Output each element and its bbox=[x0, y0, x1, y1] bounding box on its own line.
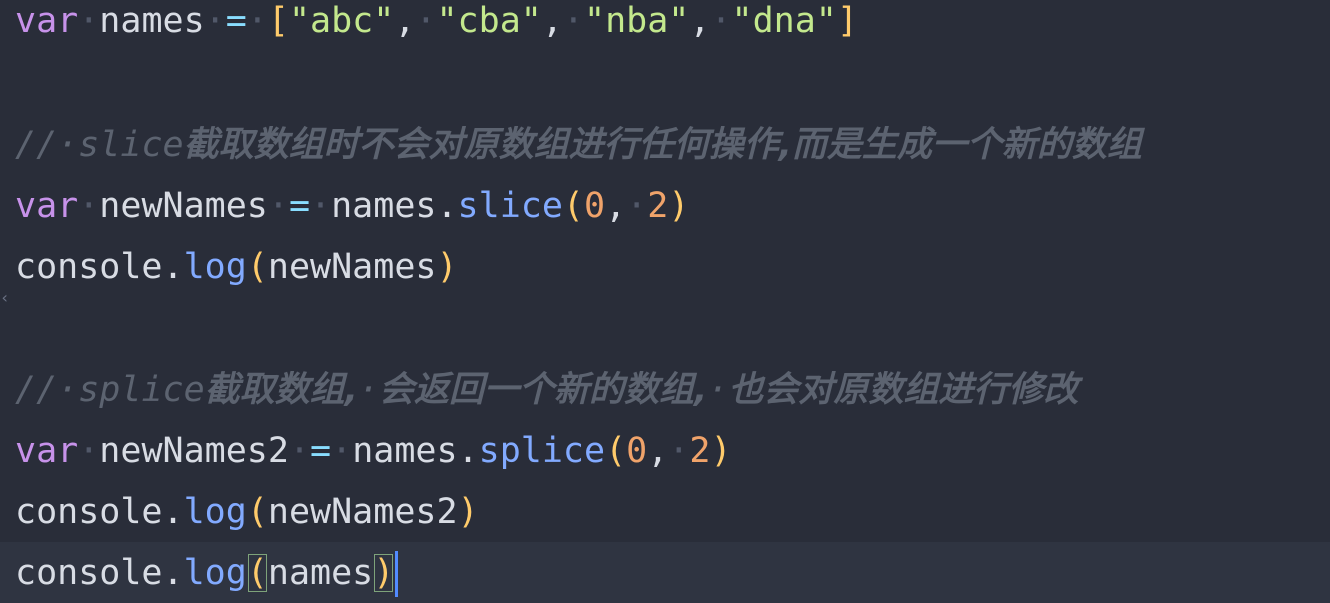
open-paren: ( bbox=[562, 186, 584, 226]
code-line-newnames[interactable]: var·newNames·=·names.slice(0,·2) bbox=[0, 175, 1330, 237]
object-console: console bbox=[15, 492, 163, 532]
close-paren: ) bbox=[710, 431, 732, 471]
open-paren: ( bbox=[605, 431, 627, 471]
code-line-log-newnames2[interactable]: console.log(newNames2) bbox=[0, 481, 1330, 543]
comment-text: 截取数组, bbox=[204, 370, 358, 410]
code-line-comment-splice[interactable]: //·splice截取数组,·会返回一个新的数组,·也会对原数组进行修改 bbox=[0, 359, 1330, 421]
comment-keyword: slice bbox=[78, 125, 184, 165]
number-literal: 0 bbox=[626, 431, 648, 471]
object-names: names bbox=[352, 431, 458, 471]
variable-newnames: newNames bbox=[99, 186, 268, 226]
code-line-comment-slice[interactable]: //·slice截取数组时不会对原数组进行任何操作,而是生成一个新的数组 bbox=[0, 114, 1330, 176]
close-paren: ) bbox=[668, 186, 690, 226]
method-slice: slice bbox=[457, 186, 563, 226]
close-bracket: ] bbox=[836, 1, 858, 41]
matched-close-paren: ) bbox=[373, 553, 395, 593]
comment-slashes: // bbox=[15, 370, 58, 410]
object-console: console bbox=[15, 553, 163, 593]
assign-operator: = bbox=[288, 186, 311, 226]
close-paren: ) bbox=[436, 247, 458, 287]
number-literal: 2 bbox=[647, 186, 669, 226]
comment-text: 也会对原数组进行修改 bbox=[728, 370, 1079, 410]
method-log: log bbox=[183, 553, 247, 593]
method-log: log bbox=[183, 247, 247, 287]
assign-operator: = bbox=[310, 431, 332, 471]
open-bracket: [ bbox=[267, 1, 289, 41]
text-cursor bbox=[395, 551, 399, 597]
comment-slashes: // bbox=[15, 125, 58, 165]
object-console: console bbox=[15, 247, 163, 287]
comment-text: 截取数组时不会对原数组进行任何操作,而是生成一个新的数组 bbox=[183, 125, 1142, 165]
string-literal: "abc" bbox=[288, 1, 395, 41]
comment-text: 会返回一个新的数组, bbox=[379, 370, 708, 410]
code-line-newnames2[interactable]: var·newNames2·=·names.splice(0,·2) bbox=[0, 420, 1330, 482]
assign-operator: = bbox=[225, 1, 247, 41]
comment-keyword: splice bbox=[78, 370, 205, 410]
string-literal: "cba" bbox=[436, 1, 542, 41]
string-literal: "nba" bbox=[584, 1, 690, 41]
open-paren: ( bbox=[246, 492, 268, 532]
argument: newNames bbox=[267, 247, 437, 287]
number-literal: 2 bbox=[689, 431, 711, 471]
number-literal: 0 bbox=[583, 186, 606, 226]
close-paren: ) bbox=[457, 492, 479, 532]
method-splice: splice bbox=[478, 431, 606, 471]
code-line-log-names-current[interactable]: console.log(names) bbox=[0, 542, 1330, 603]
variable-names: names bbox=[99, 1, 205, 41]
code-line-1[interactable]: var·names·=·["abc",·"cba",·"nba",·"dna"] bbox=[0, 0, 1330, 52]
keyword-var: var bbox=[15, 186, 79, 226]
argument: newNames2 bbox=[267, 492, 458, 532]
code-editor[interactable]: var·names·=·["abc",·"cba",·"nba",·"dna"]… bbox=[0, 0, 1330, 603]
variable-newnames2: newNames2 bbox=[99, 431, 289, 471]
open-paren: ( bbox=[246, 247, 268, 287]
string-literal: "dna" bbox=[731, 1, 837, 41]
code-line-log-newnames[interactable]: console.log(newNames) bbox=[0, 236, 1330, 298]
matched-open-paren: ( bbox=[246, 553, 268, 593]
keyword-var: var bbox=[15, 1, 79, 41]
argument: names bbox=[267, 553, 374, 593]
method-log: log bbox=[183, 492, 247, 532]
object-names: names bbox=[331, 186, 437, 226]
fold-arrow-icon[interactable]: ‹ bbox=[0, 283, 10, 313]
keyword-var: var bbox=[15, 431, 79, 471]
